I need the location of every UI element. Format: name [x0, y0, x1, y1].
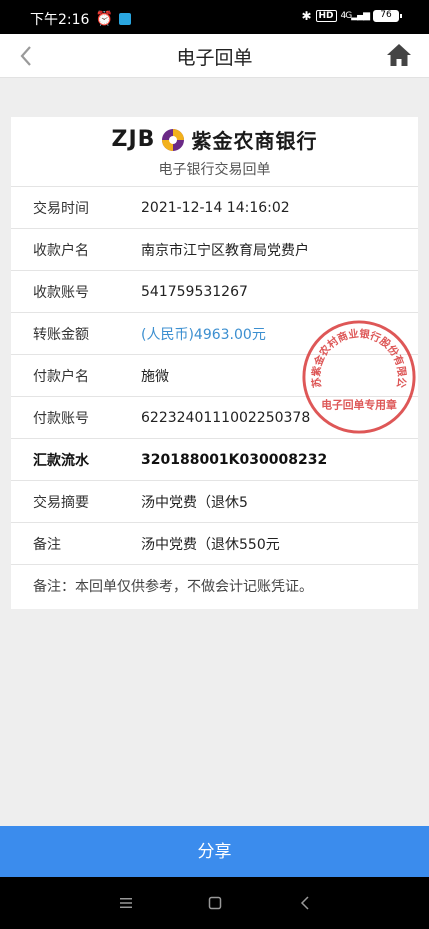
row-label: 交易时间 [33, 200, 89, 217]
app-notification-icon [118, 13, 131, 25]
row-value: 320188001K030008232 [141, 451, 328, 468]
page-title: 电子回单 [176, 47, 253, 69]
share-button[interactable]: 分享 [0, 826, 429, 877]
receipt-subtitle: 电子银行交易回单 [158, 162, 271, 178]
row-value: 汤中党费（退休5 [141, 494, 248, 511]
row-value: 6223240111002250378 [141, 409, 311, 426]
amount-value: (人民币)4963.00元 [141, 326, 266, 343]
nav-bar: 电子回单 [0, 34, 429, 78]
status-time: 下午2:16 [30, 12, 90, 28]
home-button-icon[interactable] [207, 895, 223, 911]
signal-icon: 4G▂▄▆ [340, 11, 370, 21]
logo-text: ZJB [111, 127, 156, 152]
receipt-header: ZJB 紫金农商银行 电子银行交易回单 [11, 117, 418, 187]
alarm-icon: ⏰ [95, 11, 113, 27]
row-value: 2021-12-14 14:16:02 [141, 199, 290, 216]
system-nav-bar [0, 877, 429, 929]
row-label: 收款户名 [33, 242, 89, 259]
row-payee-name: 收款户名 南京市江宁区教育局党费户 [11, 229, 418, 271]
row-label: 付款户名 [33, 368, 89, 385]
receipt-footnote: 备注：本回单仅供参考，不做会计记账凭证。 [33, 579, 313, 595]
row-value: 汤中党费（退休550元 [141, 536, 280, 553]
row-label: 备注 [33, 536, 61, 553]
row-payer-name: 付款户名 施微 [11, 355, 418, 397]
home-icon[interactable] [385, 41, 413, 69]
network-type-badge: HD [315, 10, 337, 22]
battery-icon: 76 [373, 10, 402, 22]
row-label: 付款账号 [33, 410, 89, 427]
row-transaction-time: 交易时间 2021-12-14 14:16:02 [11, 187, 418, 229]
receipt-card: ZJB 紫金农商银行 电子银行交易回单 交易时间 2021-12-14 14:1… [11, 117, 418, 609]
row-value: 南京市江宁区教育局党费户 [141, 242, 309, 259]
row-payee-account: 收款账号 541759531267 [11, 271, 418, 313]
bank-name: 紫金农商银行 [191, 129, 318, 153]
menu-icon[interactable] [118, 895, 134, 911]
row-serial-number: 汇款流水 320188001K030008232 [11, 439, 418, 481]
row-label: 转账金额 [33, 326, 89, 343]
row-amount: 转账金额 (人民币)4963.00元 [11, 313, 418, 355]
row-remark: 备注 汤中党费（退休550元 [11, 523, 418, 565]
row-label: 交易摘要 [33, 494, 89, 511]
bank-logo-icon [162, 128, 185, 151]
bluetooth-icon: ✱ [301, 9, 312, 23]
status-bar: 下午2:16 ⏰ ✱ HD 4G▂▄▆ 76 [0, 0, 429, 34]
row-label: 汇款流水 [33, 452, 89, 469]
row-summary: 交易摘要 汤中党费（退休5 [11, 481, 418, 523]
battery-level: 76 [380, 10, 392, 20]
row-label: 收款账号 [33, 284, 89, 301]
row-value: 541759531267 [141, 283, 248, 300]
row-value: 施微 [141, 368, 169, 385]
row-payer-account: 付款账号 6223240111002250378 [11, 397, 418, 439]
bank-logo: ZJB 紫金农商银行 [11, 125, 418, 154]
back-icon[interactable] [297, 895, 313, 911]
signal-type: 4G [340, 11, 353, 21]
